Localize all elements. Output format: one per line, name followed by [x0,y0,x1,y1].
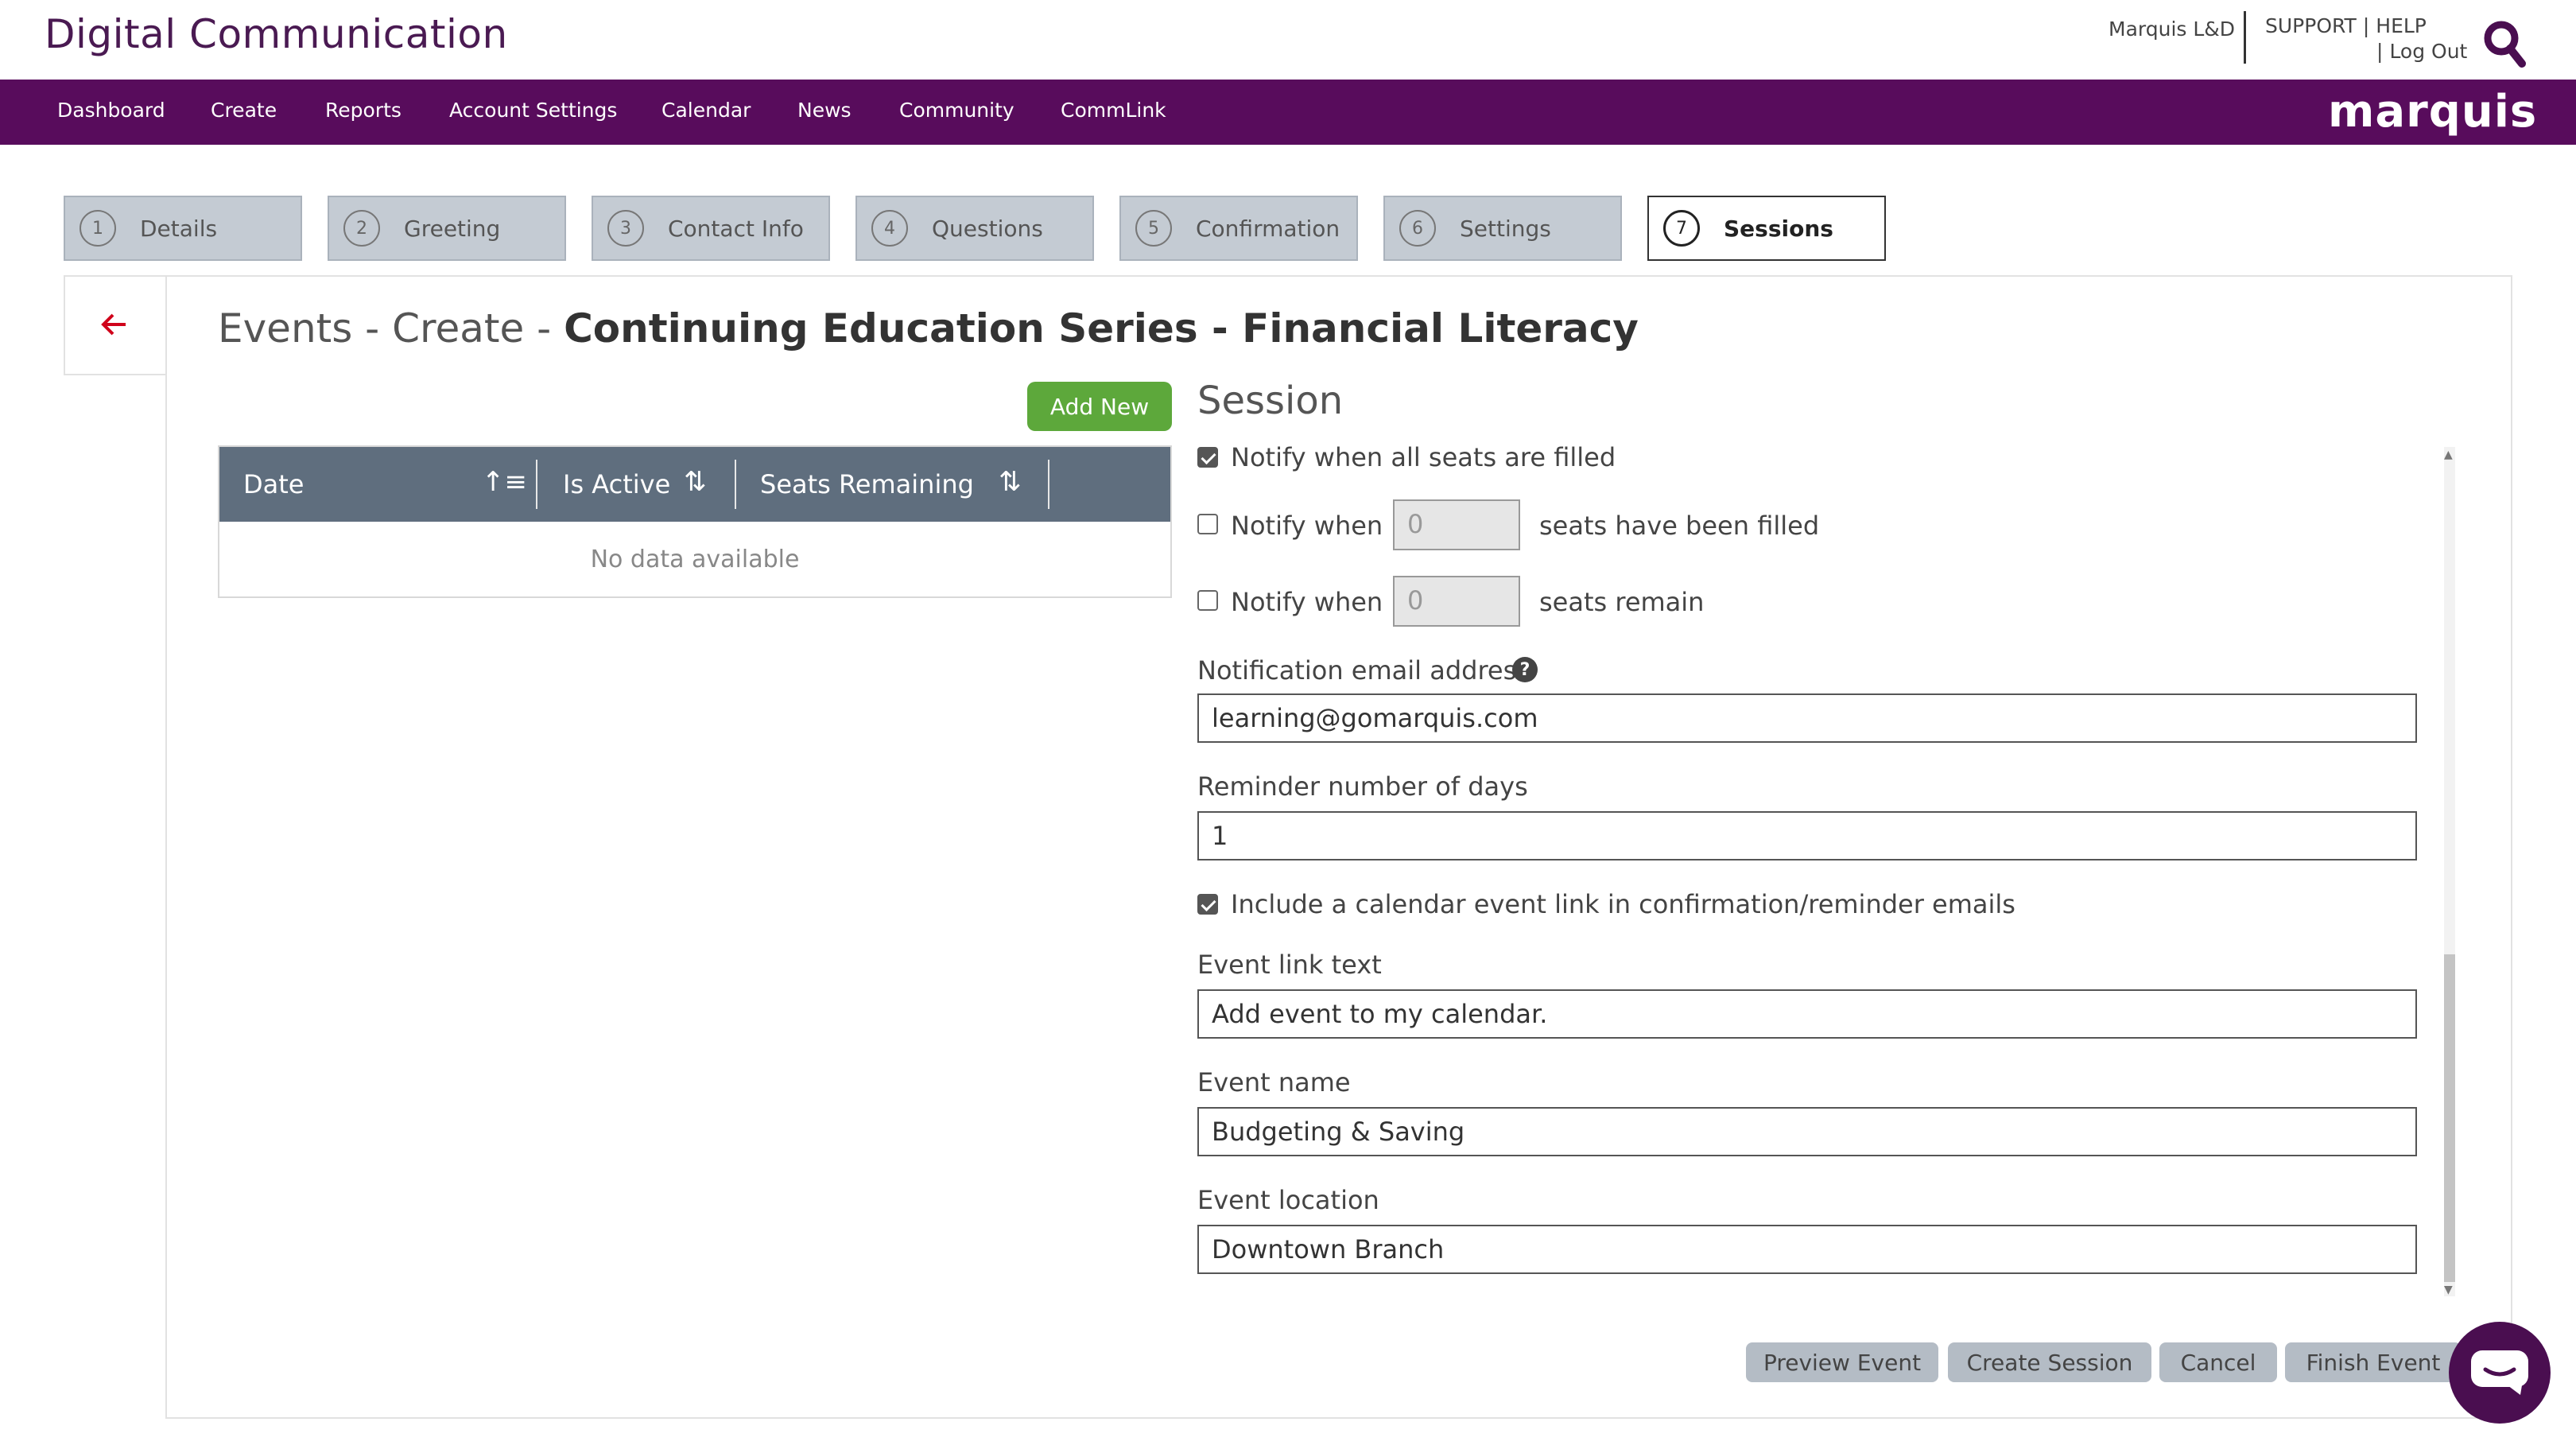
step-number: 7 [1663,210,1700,247]
event-location-label: Event location [1197,1185,1379,1215]
add-new-button[interactable]: Add New [1027,382,1172,431]
step-label: Questions [932,215,1043,242]
nav-commlink[interactable]: CommLink [1061,99,1166,122]
step-label: Settings [1460,215,1551,242]
nav-community[interactable]: Community [899,99,1014,122]
finish-event-button[interactable]: Finish Event [2285,1342,2462,1382]
sort-icon[interactable]: ⇅ [999,466,1022,498]
scroll-down-icon[interactable]: ▼ [2444,1284,2453,1296]
main-nav: Dashboard Create Reports Account Setting… [0,80,2576,145]
sessions-table: Date ↑≡ Is Active ⇅ Seats Remaining ⇅ No… [218,445,1172,598]
column-divider [1048,460,1049,509]
step-sessions[interactable]: 7 Sessions [1647,196,1886,261]
page-title: Events - Create - Continuing Education S… [218,305,1639,352]
chat-icon [2471,1350,2528,1395]
email-field[interactable]: learning@gomarquis.com [1197,693,2417,743]
nav-create[interactable]: Create [211,99,277,122]
app-title: Digital Communication [45,11,508,57]
table-header: Date ↑≡ Is Active ⇅ Seats Remaining ⇅ [219,447,1170,522]
notify-remain-suffix: seats remain [1539,587,1705,617]
reminder-days-field[interactable]: 1 [1197,811,2417,860]
nav-reports[interactable]: Reports [325,99,402,122]
event-name-label: Event name [1197,1067,1351,1097]
logout-link[interactable]: Log Out [2389,40,2467,63]
link-separator: | [2376,40,2384,63]
step-number: 5 [1135,210,1172,247]
session-heading: Session [1197,379,1344,423]
marquis-logo: marquis [2328,86,2538,138]
cancel-button[interactable]: Cancel [2159,1342,2277,1382]
sort-asc-icon[interactable]: ↑≡ [482,466,527,498]
title-event-name: Continuing Education Series - Financial … [564,305,1639,352]
chat-button[interactable] [2449,1322,2551,1424]
step-number: 4 [871,210,908,247]
empty-table-message: No data available [590,546,800,573]
step-label: Details [140,215,218,242]
step-greeting[interactable]: 2 Greeting [328,196,566,261]
event-name-field[interactable]: Budgeting & Saving [1197,1107,2417,1156]
link-text-field[interactable]: Add event to my calendar. [1197,989,2417,1039]
notify-filled-checkbox[interactable] [1197,514,1218,534]
column-divider [735,460,736,509]
help-link[interactable]: HELP [2376,14,2427,37]
step-number: 2 [343,210,380,247]
notify-filled-input[interactable]: 0 [1393,499,1520,550]
support-help-links: SUPPORT | HELP [2262,14,2430,37]
step-contact-info[interactable]: 3 Contact Info [592,196,830,261]
notify-remain-label: Notify when [1231,587,1383,617]
support-link[interactable]: SUPPORT [2265,14,2357,37]
search-icon[interactable] [2482,19,2527,68]
step-label: Sessions [1724,215,1833,242]
scroll-up-icon[interactable]: ▲ [2444,449,2453,461]
email-label: Notification email address [1197,655,1530,686]
step-number: 3 [607,210,644,247]
back-arrow-icon[interactable] [100,309,129,340]
notify-filled-label: Notify when [1231,511,1383,541]
link-text-label: Event link text [1197,950,1382,980]
step-settings[interactable]: 6 Settings [1383,196,1622,261]
event-location-field[interactable]: Downtown Branch [1197,1225,2417,1274]
help-icon[interactable]: ? [1512,657,1538,682]
title-prefix: Events - Create - [218,305,564,352]
calendar-link-label: Include a calendar event link in confirm… [1231,889,2015,919]
notify-all-label: Notify when all seats are filled [1231,442,1616,472]
notify-filled-suffix: seats have been filled [1539,511,1820,541]
step-number: 1 [80,210,116,247]
notify-all-checkbox[interactable] [1197,447,1218,468]
column-divider [536,460,537,509]
nav-news[interactable]: News [797,99,852,122]
logout-row: | Log Out [2373,40,2470,63]
header-divider [2244,11,2246,64]
preview-event-button[interactable]: Preview Event [1746,1342,1938,1382]
calendar-link-checkbox[interactable] [1197,894,1218,915]
step-label: Confirmation [1196,215,1340,242]
column-seats-remaining[interactable]: Seats Remaining [760,469,974,499]
link-separator: | [2362,14,2370,37]
step-label: Contact Info [668,215,804,242]
step-label: Greeting [404,215,501,242]
nav-calendar[interactable]: Calendar [661,99,751,122]
step-number: 6 [1399,210,1436,247]
step-confirmation[interactable]: 5 Confirmation [1119,196,1358,261]
reminder-label: Reminder number of days [1197,771,1528,802]
scrollbar-thumb[interactable] [2444,954,2455,1282]
column-date[interactable]: Date [243,469,304,499]
notify-remain-checkbox[interactable] [1197,590,1218,611]
column-is-active[interactable]: Is Active [563,469,670,499]
notify-remain-input[interactable]: 0 [1393,576,1520,627]
nav-dashboard[interactable]: Dashboard [57,99,165,122]
create-session-button[interactable]: Create Session [1948,1342,2151,1382]
step-questions[interactable]: 4 Questions [855,196,1094,261]
step-details[interactable]: 1 Details [64,196,302,261]
account-name[interactable]: Marquis L&D [2109,17,2235,41]
sort-icon[interactable]: ⇅ [684,466,707,498]
nav-account-settings[interactable]: Account Settings [449,99,617,122]
